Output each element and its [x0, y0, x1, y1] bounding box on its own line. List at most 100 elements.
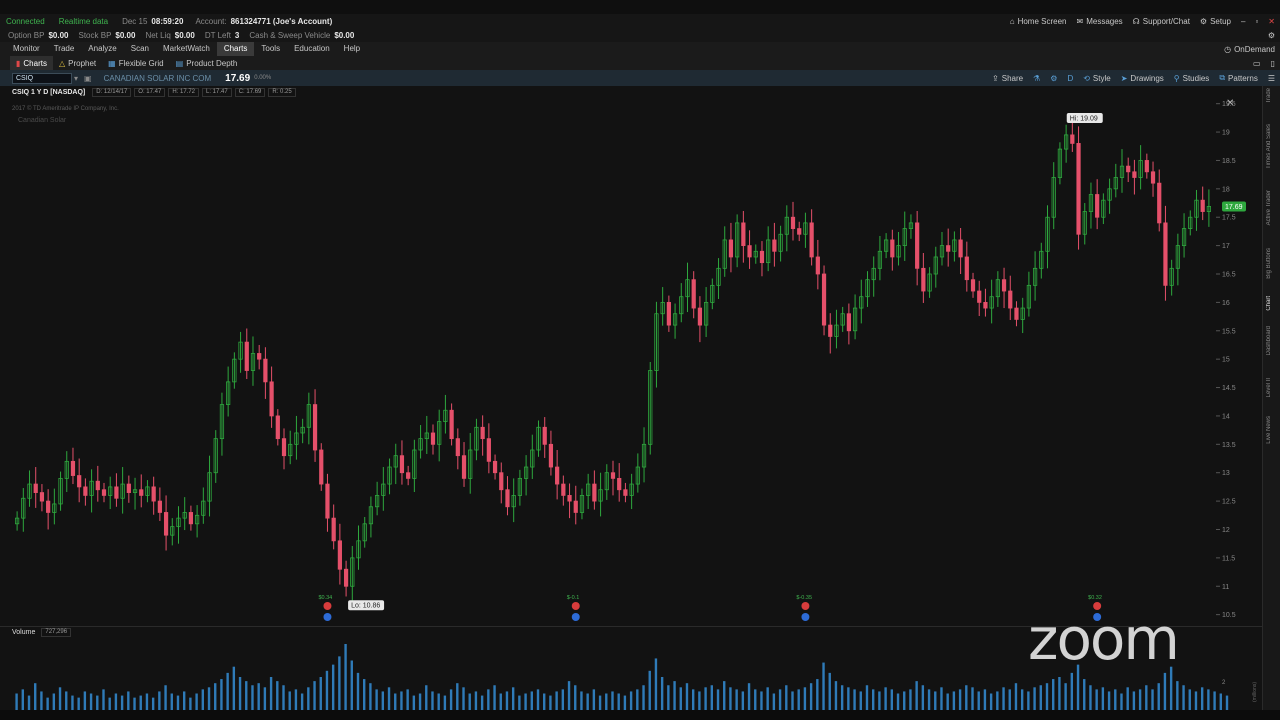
chart-settings-icon[interactable]: ⚙: [1045, 74, 1062, 83]
earnings-event[interactable]: $-0.1: [567, 595, 580, 621]
flask-icon[interactable]: ⚗: [1028, 74, 1045, 83]
side-tab-times-and-sales[interactable]: Times And Sales: [1266, 124, 1272, 169]
volume-bar: [238, 677, 242, 710]
subtab-product-depth[interactable]: ▤ Product Depth: [170, 56, 244, 70]
subtab-flexible-grid[interactable]: ▦ Flexible Grid: [102, 56, 169, 70]
volume-bar: [1052, 679, 1055, 710]
settings-gear-icon[interactable]: ⚙: [1263, 31, 1280, 40]
candle-body: [39, 492, 45, 502]
setup-button[interactable]: ⚙ Setup: [1195, 17, 1236, 26]
maximize-icon[interactable]: ▫: [1250, 17, 1263, 26]
volume-bar: [493, 685, 496, 710]
volume-bar: [15, 693, 18, 710]
menu-monitor[interactable]: Monitor: [6, 42, 47, 56]
price-chart[interactable]: 2017 © TD Ameritrade IP Company, Inc. Ca…: [0, 98, 1262, 626]
account-value[interactable]: 861324771 (Joe's Account): [231, 17, 333, 26]
messages-button[interactable]: ✉ Messages: [1072, 17, 1128, 26]
messages-label: Messages: [1086, 16, 1123, 26]
close-icon[interactable]: ✕: [1263, 17, 1280, 26]
menu-analyze[interactable]: Analyze: [81, 42, 123, 56]
menu-education[interactable]: Education: [287, 42, 337, 56]
subtab-depth-label: Product Depth: [186, 58, 238, 68]
candle-body: [1163, 222, 1168, 286]
side-tab-live-news[interactable]: Live News: [1266, 416, 1272, 444]
support-chat-button[interactable]: ☊ Support/Chat: [1128, 17, 1195, 26]
candle-body: [610, 472, 616, 479]
menu-charts[interactable]: Charts: [216, 42, 255, 56]
volume-bar: [400, 691, 403, 710]
panel-toggle-icon[interactable]: ▯: [1266, 59, 1280, 68]
dividend-marker[interactable]: [571, 613, 580, 621]
volume-bar: [723, 681, 726, 710]
candle-body: [1076, 143, 1081, 235]
side-tab-active-trader[interactable]: Active Trader: [1266, 190, 1272, 225]
earnings-event[interactable]: $0.34: [318, 595, 332, 621]
time-period-button[interactable]: D: [1062, 74, 1078, 83]
y-tick-label: 16.5: [1222, 272, 1236, 279]
candle-body: [399, 455, 405, 474]
price-chart-svg[interactable]: 2017 © TD Ameritrade IP Company, Inc. Ca…: [0, 98, 1262, 626]
volume-bar: [952, 691, 956, 710]
candle-body: [741, 222, 746, 247]
balance-label: Net Liq: [145, 30, 171, 40]
volume-bar: [151, 697, 155, 710]
volume-bar: [549, 695, 552, 710]
side-tab-big-buttons[interactable]: Big Buttons: [1266, 248, 1272, 279]
side-tab-level-ii[interactable]: Level II: [1266, 378, 1272, 397]
style-button[interactable]: ⟲ Style: [1078, 74, 1116, 83]
candle-body: [1126, 165, 1131, 173]
drawings-button[interactable]: ➤ Drawings: [1116, 74, 1169, 83]
volume-bar: [226, 672, 229, 710]
volume-bar: [971, 687, 974, 710]
menu-tools[interactable]: Tools: [254, 42, 287, 56]
symbol-dropdown-icon[interactable]: ▾: [74, 74, 78, 83]
symbol-link-icon[interactable]: ▣: [84, 74, 92, 83]
share-button[interactable]: ⇪ Share: [987, 74, 1028, 83]
volume-bar: [741, 691, 745, 710]
y-tick-label: 15.5: [1222, 328, 1236, 335]
earnings-value: $0.34: [318, 595, 332, 601]
home-icon: ⌂: [1009, 16, 1015, 26]
studies-button[interactable]: ⚲ Studies: [1169, 74, 1215, 83]
minimize-icon[interactable]: –: [1236, 17, 1250, 26]
earnings-marker[interactable]: [571, 602, 580, 610]
volume-bar: [474, 691, 478, 710]
subtab-prophet[interactable]: △ Prophet: [53, 56, 102, 70]
earnings-event[interactable]: $-0.35: [796, 595, 812, 621]
symbol-input[interactable]: CSIQ: [12, 72, 72, 84]
volume-bar: [859, 691, 862, 710]
dividend-marker[interactable]: [801, 613, 810, 621]
side-tab-chart[interactable]: Chart: [1266, 296, 1272, 311]
chart-title: CSIQ 1 Y D [NASDAQ]: [12, 88, 86, 96]
ondemand-button[interactable]: ◷ OnDemand: [1219, 45, 1280, 54]
volume-bar: [220, 679, 223, 710]
side-tab-dashboard[interactable]: Dashboard: [1266, 326, 1272, 355]
volume-bar: [214, 683, 217, 710]
y-tick-label: 11.5: [1222, 555, 1235, 562]
volume-bar: [319, 677, 322, 710]
volume-bar: [96, 695, 99, 710]
volume-bar: [598, 695, 602, 710]
earnings-marker[interactable]: [323, 602, 332, 610]
candle-body: [983, 301, 988, 309]
volume-bar: [437, 693, 440, 710]
candle-body: [977, 290, 982, 303]
layout-icon[interactable]: ▭: [1248, 59, 1266, 68]
side-tab-trade[interactable]: Trade: [1266, 88, 1272, 103]
volume-bar: [592, 689, 596, 710]
volume-bar: [480, 695, 484, 710]
menu-marketwatch[interactable]: MarketWatch: [156, 42, 217, 56]
subtab-charts[interactable]: ▮ Charts: [10, 56, 53, 70]
volume-bar: [443, 695, 447, 710]
candle-body: [188, 512, 194, 525]
menu-help[interactable]: Help: [337, 42, 367, 56]
patterns-button[interactable]: ⧉ Patterns: [1214, 73, 1263, 83]
home-screen-button[interactable]: ⌂ Home Screen: [1005, 17, 1072, 26]
dividend-marker[interactable]: [323, 613, 332, 621]
menu-trade[interactable]: Trade: [47, 42, 82, 56]
volume-bar: [909, 689, 912, 710]
menu-icon[interactable]: ☰: [1263, 74, 1280, 83]
earnings-marker[interactable]: [801, 602, 810, 610]
volume-bar: [170, 693, 173, 710]
menu-scan[interactable]: Scan: [124, 42, 156, 56]
